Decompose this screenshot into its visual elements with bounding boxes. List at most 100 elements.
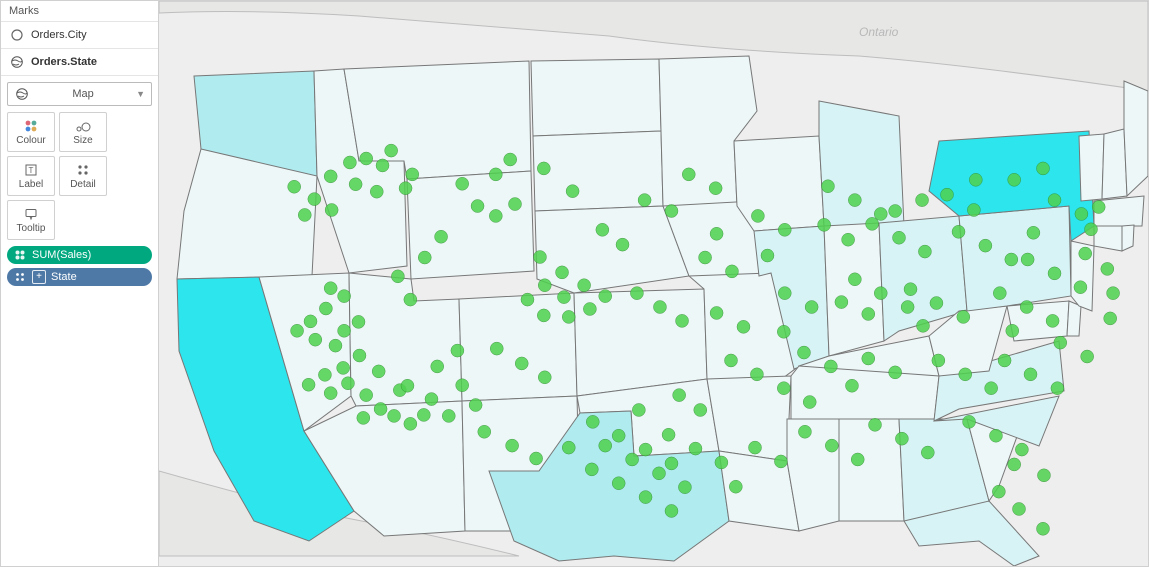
city-point[interactable] <box>353 349 366 362</box>
city-point[interactable] <box>904 283 917 296</box>
city-point[interactable] <box>578 279 591 292</box>
card-tooltip[interactable]: Tooltip <box>7 200 55 240</box>
city-point[interactable] <box>388 409 401 422</box>
city-point[interactable] <box>417 408 430 421</box>
city-point[interactable] <box>710 227 723 240</box>
city-point[interactable] <box>751 209 764 222</box>
city-point[interactable] <box>515 357 528 370</box>
city-point[interactable] <box>537 162 550 175</box>
city-point[interactable] <box>798 425 811 438</box>
city-point[interactable] <box>699 251 712 264</box>
city-point[interactable] <box>916 194 929 207</box>
city-point[interactable] <box>848 273 861 286</box>
city-point[interactable] <box>930 297 943 310</box>
city-point[interactable] <box>901 301 914 314</box>
city-point[interactable] <box>778 223 791 236</box>
city-point[interactable] <box>676 314 689 327</box>
city-point[interactable] <box>349 178 362 191</box>
city-point[interactable] <box>725 265 738 278</box>
city-point[interactable] <box>1008 173 1021 186</box>
city-point[interactable] <box>435 230 448 243</box>
city-point[interactable] <box>653 467 666 480</box>
city-point[interactable] <box>360 389 373 402</box>
city-point[interactable] <box>329 339 342 352</box>
city-point[interactable] <box>630 287 643 300</box>
city-point[interactable] <box>921 446 934 459</box>
state-maine[interactable] <box>1124 81 1148 196</box>
city-point[interactable] <box>777 382 790 395</box>
city-point[interactable] <box>478 425 491 438</box>
city-point[interactable] <box>537 309 550 322</box>
city-point[interactable] <box>471 200 484 213</box>
city-point[interactable] <box>710 306 723 319</box>
city-point[interactable] <box>1024 368 1037 381</box>
city-point[interactable] <box>639 443 652 456</box>
city-point[interactable] <box>489 209 502 222</box>
city-point[interactable] <box>1048 267 1061 280</box>
city-point[interactable] <box>682 168 695 181</box>
city-point[interactable] <box>586 415 599 428</box>
city-point[interactable] <box>341 377 354 390</box>
city-point[interactable] <box>451 344 464 357</box>
card-label[interactable]: T Label <box>7 156 55 196</box>
city-point[interactable] <box>797 346 810 359</box>
city-point[interactable] <box>842 233 855 246</box>
city-point[interactable] <box>941 188 954 201</box>
city-point[interactable] <box>715 456 728 469</box>
city-point[interactable] <box>967 203 980 216</box>
city-point[interactable] <box>729 480 742 493</box>
city-point[interactable] <box>665 204 678 217</box>
city-point[interactable] <box>352 315 365 328</box>
city-point[interactable] <box>1101 262 1114 275</box>
city-point[interactable] <box>1021 253 1034 266</box>
city-point[interactable] <box>821 180 834 193</box>
city-point[interactable] <box>418 251 431 264</box>
city-point[interactable] <box>689 442 702 455</box>
city-point[interactable] <box>521 293 534 306</box>
city-point[interactable] <box>959 368 972 381</box>
city-point[interactable] <box>1075 207 1088 220</box>
city-point[interactable] <box>1037 522 1050 535</box>
pill-sum-sales[interactable]: SUM(Sales) <box>7 246 152 264</box>
city-point[interactable] <box>989 429 1002 442</box>
city-point[interactable] <box>709 182 722 195</box>
pill-state[interactable]: + State <box>7 268 152 286</box>
city-point[interactable] <box>678 481 691 494</box>
city-point[interactable] <box>918 245 931 258</box>
state-connecticut[interactable] <box>1094 223 1124 251</box>
city-point[interactable] <box>616 238 629 251</box>
city-point[interactable] <box>385 144 398 157</box>
city-point[interactable] <box>638 194 651 207</box>
city-point[interactable] <box>406 168 419 181</box>
city-point[interactable] <box>288 180 301 193</box>
city-point[interactable] <box>694 403 707 416</box>
city-point[interactable] <box>612 477 625 490</box>
city-point[interactable] <box>893 231 906 244</box>
city-point[interactable] <box>1005 253 1018 266</box>
state-new-hampshire[interactable] <box>1102 129 1127 199</box>
city-point[interactable] <box>749 441 762 454</box>
city-point[interactable] <box>805 301 818 314</box>
city-point[interactable] <box>917 319 930 332</box>
city-point[interactable] <box>985 382 998 395</box>
state-tennessee[interactable] <box>791 366 939 421</box>
city-point[interactable] <box>862 307 875 320</box>
city-point[interactable] <box>304 315 317 328</box>
city-point[interactable] <box>357 411 370 424</box>
city-point[interactable] <box>632 403 645 416</box>
city-point[interactable] <box>324 170 337 183</box>
city-point[interactable] <box>1008 458 1021 471</box>
city-point[interactable] <box>1079 247 1092 260</box>
city-point[interactable] <box>737 320 750 333</box>
city-point[interactable] <box>538 371 551 384</box>
city-point[interactable] <box>957 310 970 323</box>
city-point[interactable] <box>566 185 579 198</box>
city-point[interactable] <box>1081 350 1094 363</box>
city-point[interactable] <box>431 360 444 373</box>
city-point[interactable] <box>585 463 598 476</box>
city-point[interactable] <box>456 379 469 392</box>
city-point[interactable] <box>319 302 332 315</box>
city-point[interactable] <box>665 457 678 470</box>
city-point[interactable] <box>404 293 417 306</box>
city-point[interactable] <box>337 361 350 374</box>
